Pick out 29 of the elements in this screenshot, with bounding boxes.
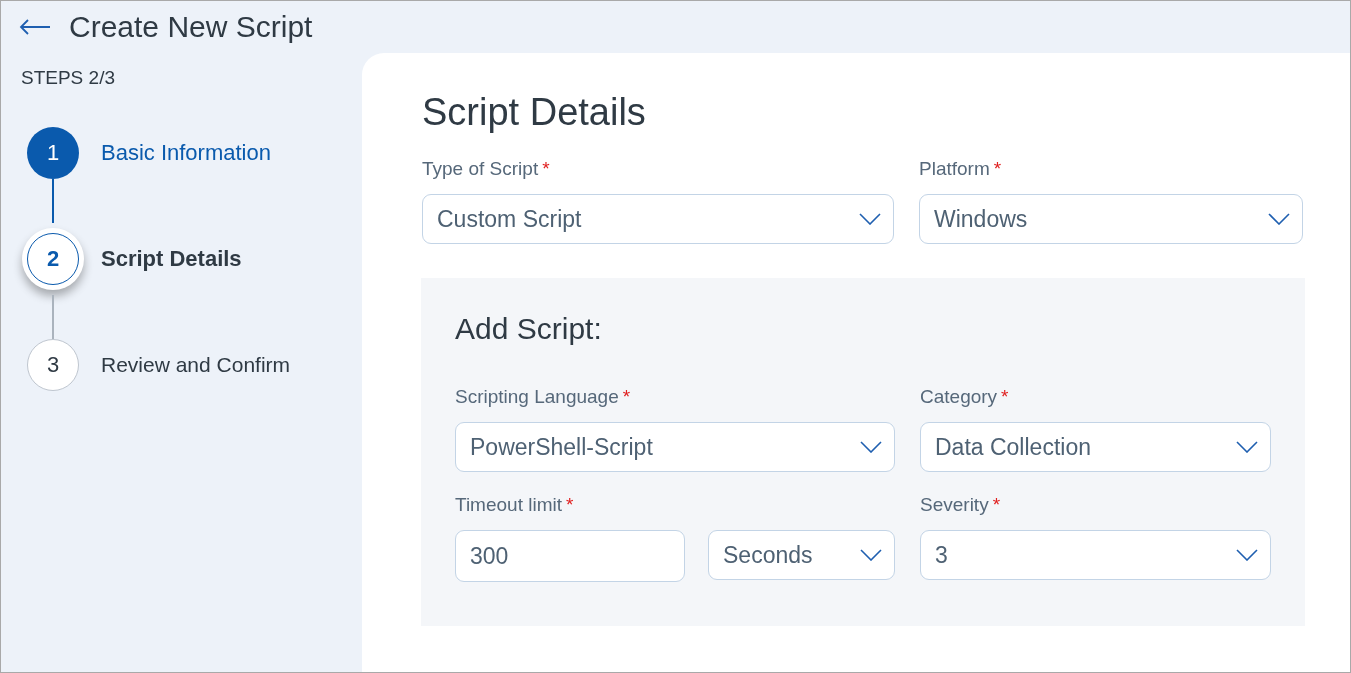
dropdown[interactable]: 3 xyxy=(920,530,1271,580)
back-arrow-icon[interactable] xyxy=(19,19,51,35)
chevron-down-icon xyxy=(860,549,882,561)
chevron-down-icon xyxy=(1236,441,1258,453)
chevron-down-icon xyxy=(1268,213,1290,225)
chevron-down-icon xyxy=(859,213,881,225)
field-label: Timeout limit * xyxy=(455,494,575,516)
field-label: Scripting Language * xyxy=(455,386,632,408)
step-label[interactable]: Script Details xyxy=(101,246,242,272)
step-label[interactable]: Review and Confirm xyxy=(101,353,291,377)
section-title: Add Script: xyxy=(455,312,603,346)
dropdown[interactable]: PowerShell-Script xyxy=(455,422,895,472)
dropdown[interactable]: Windows xyxy=(919,194,1303,244)
chevron-down-icon xyxy=(860,441,882,453)
field-label: Category * xyxy=(920,386,1010,408)
step-number[interactable]: 3 xyxy=(27,339,79,391)
chevron-down-icon xyxy=(1236,549,1258,561)
field-label: Severity * xyxy=(920,494,1002,516)
timeout-input[interactable]: 300 xyxy=(455,530,685,582)
dropdown[interactable]: Custom Script xyxy=(422,194,894,244)
field-label: Type of Script * xyxy=(422,158,551,180)
step-number[interactable]: 1 xyxy=(27,127,79,179)
dropdown[interactable]: Data Collection xyxy=(920,422,1271,472)
field-label: Platform * xyxy=(919,158,1003,180)
form-title: Script Details xyxy=(422,91,647,134)
step-label[interactable]: Basic Information xyxy=(101,140,271,166)
page-title: Create New Script xyxy=(69,10,313,44)
unit-dropdown[interactable]: Seconds xyxy=(708,530,895,580)
steps-counter: STEPS 2/3 xyxy=(21,67,116,89)
